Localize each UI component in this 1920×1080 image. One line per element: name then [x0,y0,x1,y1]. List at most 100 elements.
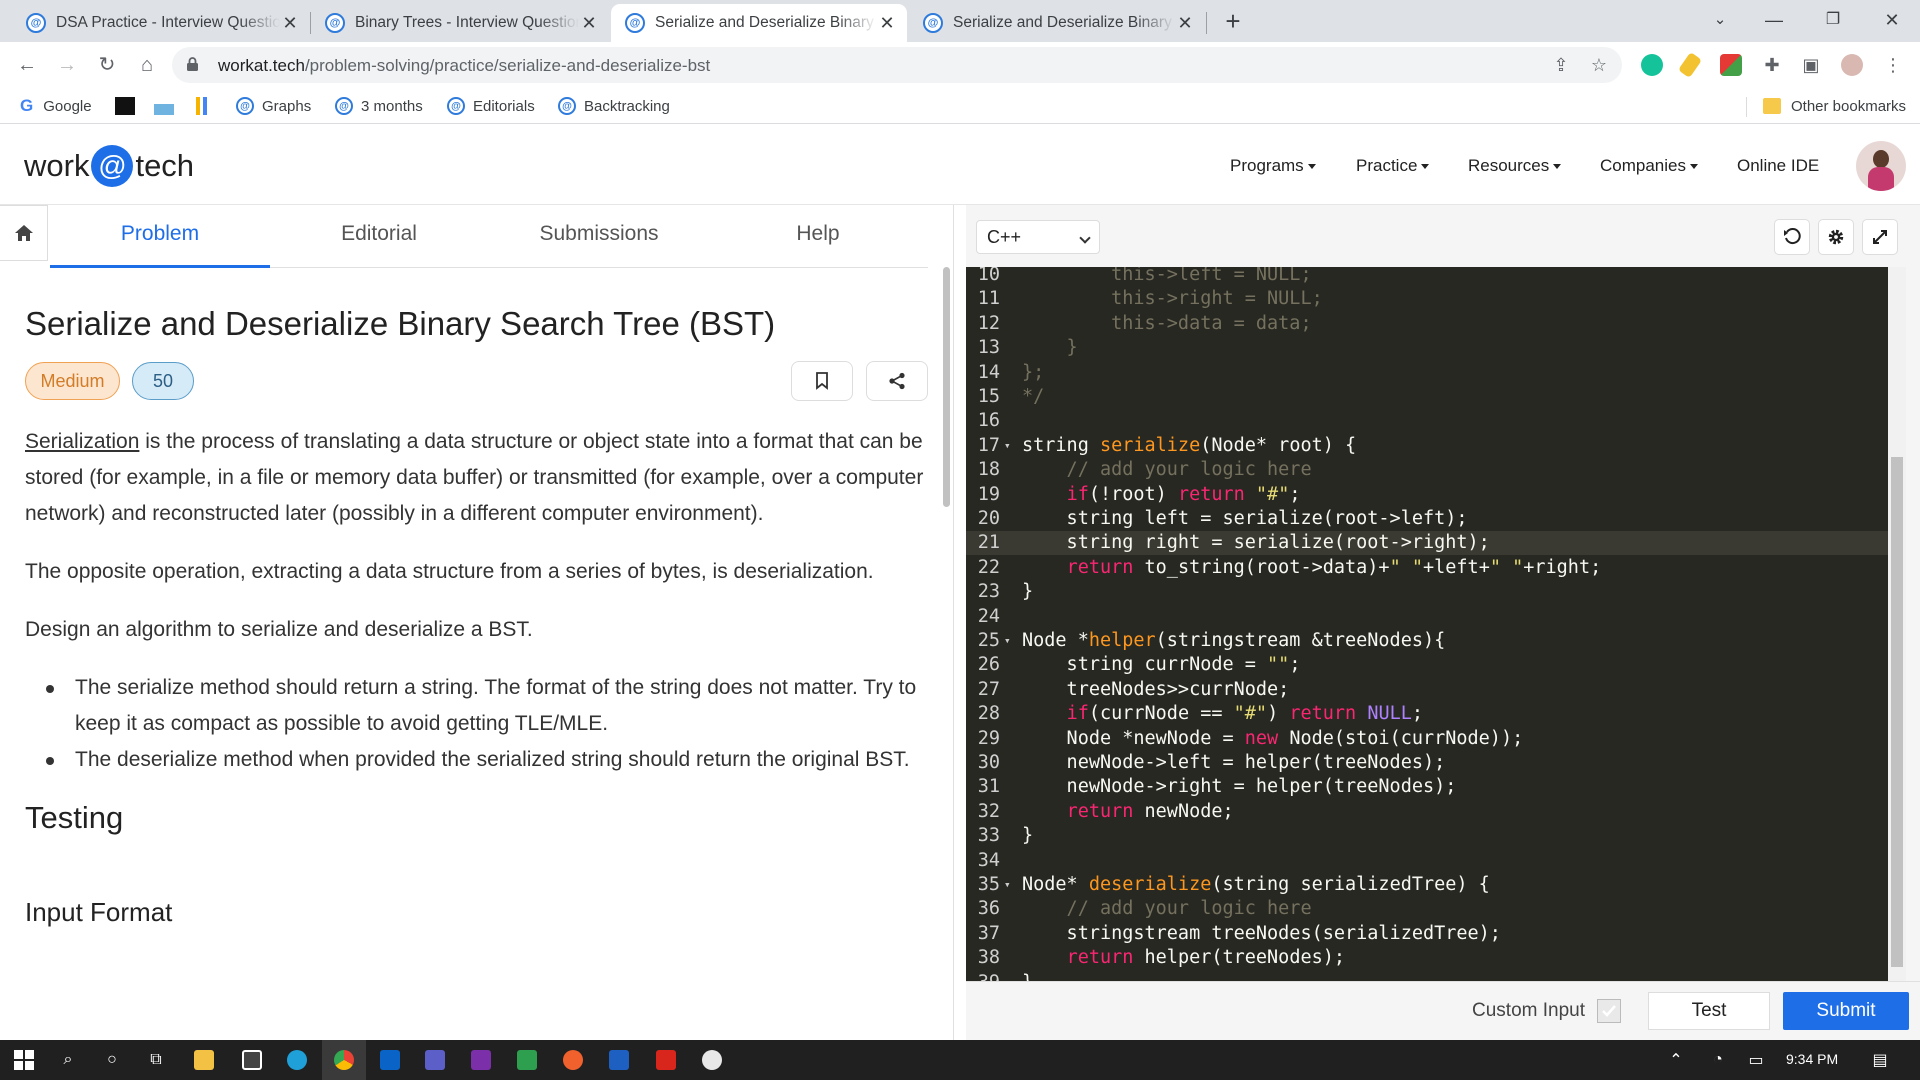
bookmark-hackerrank[interactable] [115,95,143,117]
home-icon[interactable]: ⌂ [132,50,162,80]
window-close-icon[interactable]: ✕ [1872,4,1912,36]
close-tab-icon[interactable]: ✕ [579,13,599,34]
fold-arrow-icon[interactable]: ▾ [1004,629,1011,653]
home-button[interactable] [0,205,48,261]
code-line[interactable]: 21 string right = serialize(root->right)… [966,531,1888,556]
close-tab-icon[interactable]: ✕ [1175,13,1195,34]
extensions-puzzle-icon[interactable]: ✚ [1759,52,1785,78]
problem-scrollbar[interactable] [943,267,950,507]
code-line[interactable]: 15 */ [966,385,1888,409]
code-line[interactable]: 36 // add your logic here [966,897,1888,921]
code-line[interactable]: 10 this->left = NULL; [966,267,1888,287]
code-line[interactable]: 13 } [966,336,1888,360]
task-view-icon[interactable]: ⧉ [144,1048,168,1072]
browser-tab[interactable]: @ Serialize and Deserialize Binary Searc… [909,4,1205,42]
code-line[interactable]: 29 Node *newNode = new Node(stoi(currNod… [966,727,1888,751]
bookmark-editorials[interactable]: @ Editorials [447,95,535,117]
tab-editorial[interactable]: Editorial [269,222,489,246]
nav-online-ide[interactable]: Online IDE [1737,156,1819,176]
bookmark-graphs[interactable]: @ Graphs [236,95,311,117]
submit-button[interactable]: Submit [1783,992,1909,1030]
app-icon-cloud[interactable] [700,1048,724,1072]
store-icon[interactable] [240,1048,264,1072]
code-line[interactable]: 38 return helper(treeNodes); [966,946,1888,970]
code-editor[interactable]: 10 this->left = NULL; 11 this->right = NU… [966,267,1888,981]
bookmark-google[interactable]: G Google [20,95,92,117]
serialization-link[interactable]: Serialization [25,430,139,453]
code-line[interactable]: 30 newNode->left = helper(treeNodes); [966,751,1888,775]
close-tab-icon[interactable]: ✕ [280,13,300,34]
other-bookmarks[interactable]: Other bookmarks [1763,95,1906,117]
forward-arrow-icon[interactable]: → [52,50,82,80]
editor-scrollbar-thumb[interactable] [1891,457,1903,967]
search-icon[interactable]: ⌕ [56,1048,80,1072]
custom-input-checkbox[interactable] [1597,999,1621,1023]
code-line[interactable]: 20 string left = serialize(root->left); [966,507,1888,531]
notifications-icon[interactable]: ▤ [1868,1048,1892,1072]
nav-programs[interactable]: Programs [1230,156,1316,176]
side-panel-icon[interactable]: ▣ [1798,52,1824,78]
share-icon[interactable]: ⇪ [1548,52,1574,78]
test-button[interactable]: Test [1648,992,1770,1030]
bookmark-gfg[interactable] [154,95,182,117]
editor-settings-button[interactable] [1818,219,1854,255]
language-select[interactable]: C++ [976,220,1100,254]
tab-search-chevron-icon[interactable]: ⌄ [1700,4,1740,36]
bookmark-button[interactable] [791,361,853,401]
color-extension-icon[interactable] [1720,54,1742,76]
app-icon-n[interactable] [607,1048,631,1072]
tab-submissions[interactable]: Submissions [489,222,709,246]
fold-arrow-icon[interactable]: ▾ [1004,434,1011,458]
custom-input-toggle[interactable]: Custom Input [1472,999,1621,1023]
code-line[interactable]: 37 stringstream treeNodes(serializedTree… [966,922,1888,946]
bookmark-backtracking[interactable]: @ Backtracking [558,95,670,117]
grammarly-extension-icon[interactable] [1641,54,1663,76]
highlighter-extension-icon[interactable] [1677,51,1703,79]
code-line[interactable]: 16 [966,409,1888,433]
close-tab-icon[interactable]: ✕ [877,13,897,34]
tab-problem[interactable]: Problem [50,222,270,246]
code-line[interactable]: 31 newNode->right = helper(treeNodes); [966,775,1888,799]
nav-resources[interactable]: Resources [1468,156,1562,176]
code-line[interactable]: 22 return to_string(root->data)+" "+left… [966,556,1888,580]
code-line[interactable]: 24 [966,605,1888,629]
new-tab-icon[interactable]: + [1222,6,1244,37]
tab-help[interactable]: Help [708,222,928,246]
code-line[interactable]: 39} [966,971,1888,981]
code-line[interactable]: 35 ▾ Node* deserialize(string serializedTr… [966,873,1888,897]
battery-icon[interactable]: ▭ [1744,1048,1768,1072]
fullscreen-button[interactable] [1862,219,1898,255]
onenote-icon[interactable] [469,1048,493,1072]
user-avatar[interactable] [1856,141,1906,191]
chrome-menu-icon[interactable]: ⋮ [1880,52,1906,78]
code-line[interactable]: 28 if(currNode == "#") return NULL; [966,702,1888,726]
edge-icon[interactable] [285,1048,309,1072]
browser-tab[interactable]: @ Binary Trees - Interview Questions ✕ [311,4,609,42]
back-arrow-icon[interactable]: ← [12,50,42,80]
code-line[interactable]: 25 ▾ Node *helper(stringstream &treeNodes)… [966,629,1888,653]
code-line[interactable]: 23} [966,580,1888,604]
app-icon-orange[interactable] [561,1048,585,1072]
sheets-icon[interactable] [515,1048,539,1072]
file-explorer-icon[interactable] [192,1048,216,1072]
code-line[interactable]: 27 treeNodes>>currNode; [966,678,1888,702]
code-line[interactable]: 14}; [966,361,1888,385]
code-line[interactable]: 12 this->data = data; [966,312,1888,336]
code-line[interactable]: 33} [966,824,1888,848]
code-line[interactable]: 34 [966,849,1888,873]
code-line[interactable]: 18 // add your logic here [966,458,1888,482]
nav-practice[interactable]: Practice [1356,156,1430,176]
wifi-icon[interactable]: ◔ [1706,1048,1730,1072]
bookmark-star-icon[interactable]: ☆ [1586,52,1612,78]
profile-avatar-icon[interactable] [1841,54,1863,76]
minimize-icon[interactable]: — [1754,4,1794,36]
cortana-icon[interactable]: ○ [100,1048,124,1072]
fold-arrow-icon[interactable]: ▾ [1004,873,1011,897]
code-line[interactable]: 26 string currNode = ""; [966,653,1888,677]
chrome-taskbar-icon[interactable] [322,1040,366,1080]
restore-icon[interactable]: ❐ [1813,4,1853,36]
workattech-logo[interactable]: work @ tech [24,145,194,187]
code-line[interactable]: 32 return newNode; [966,800,1888,824]
reset-code-button[interactable] [1774,219,1810,255]
address-bar[interactable]: workat.tech/problem-solving/practice/ser… [172,47,1622,83]
